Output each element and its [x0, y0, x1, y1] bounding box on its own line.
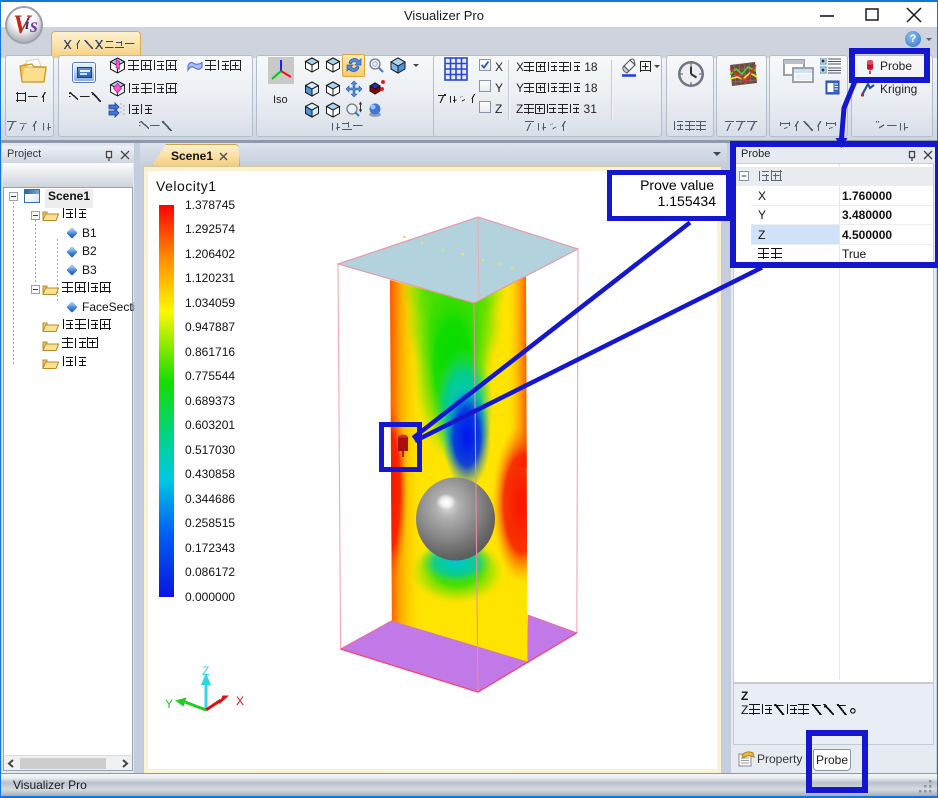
svg-text:X: X: [236, 694, 244, 708]
svg-text:Y: Y: [165, 697, 173, 711]
svg-text:Z: Z: [202, 664, 209, 678]
